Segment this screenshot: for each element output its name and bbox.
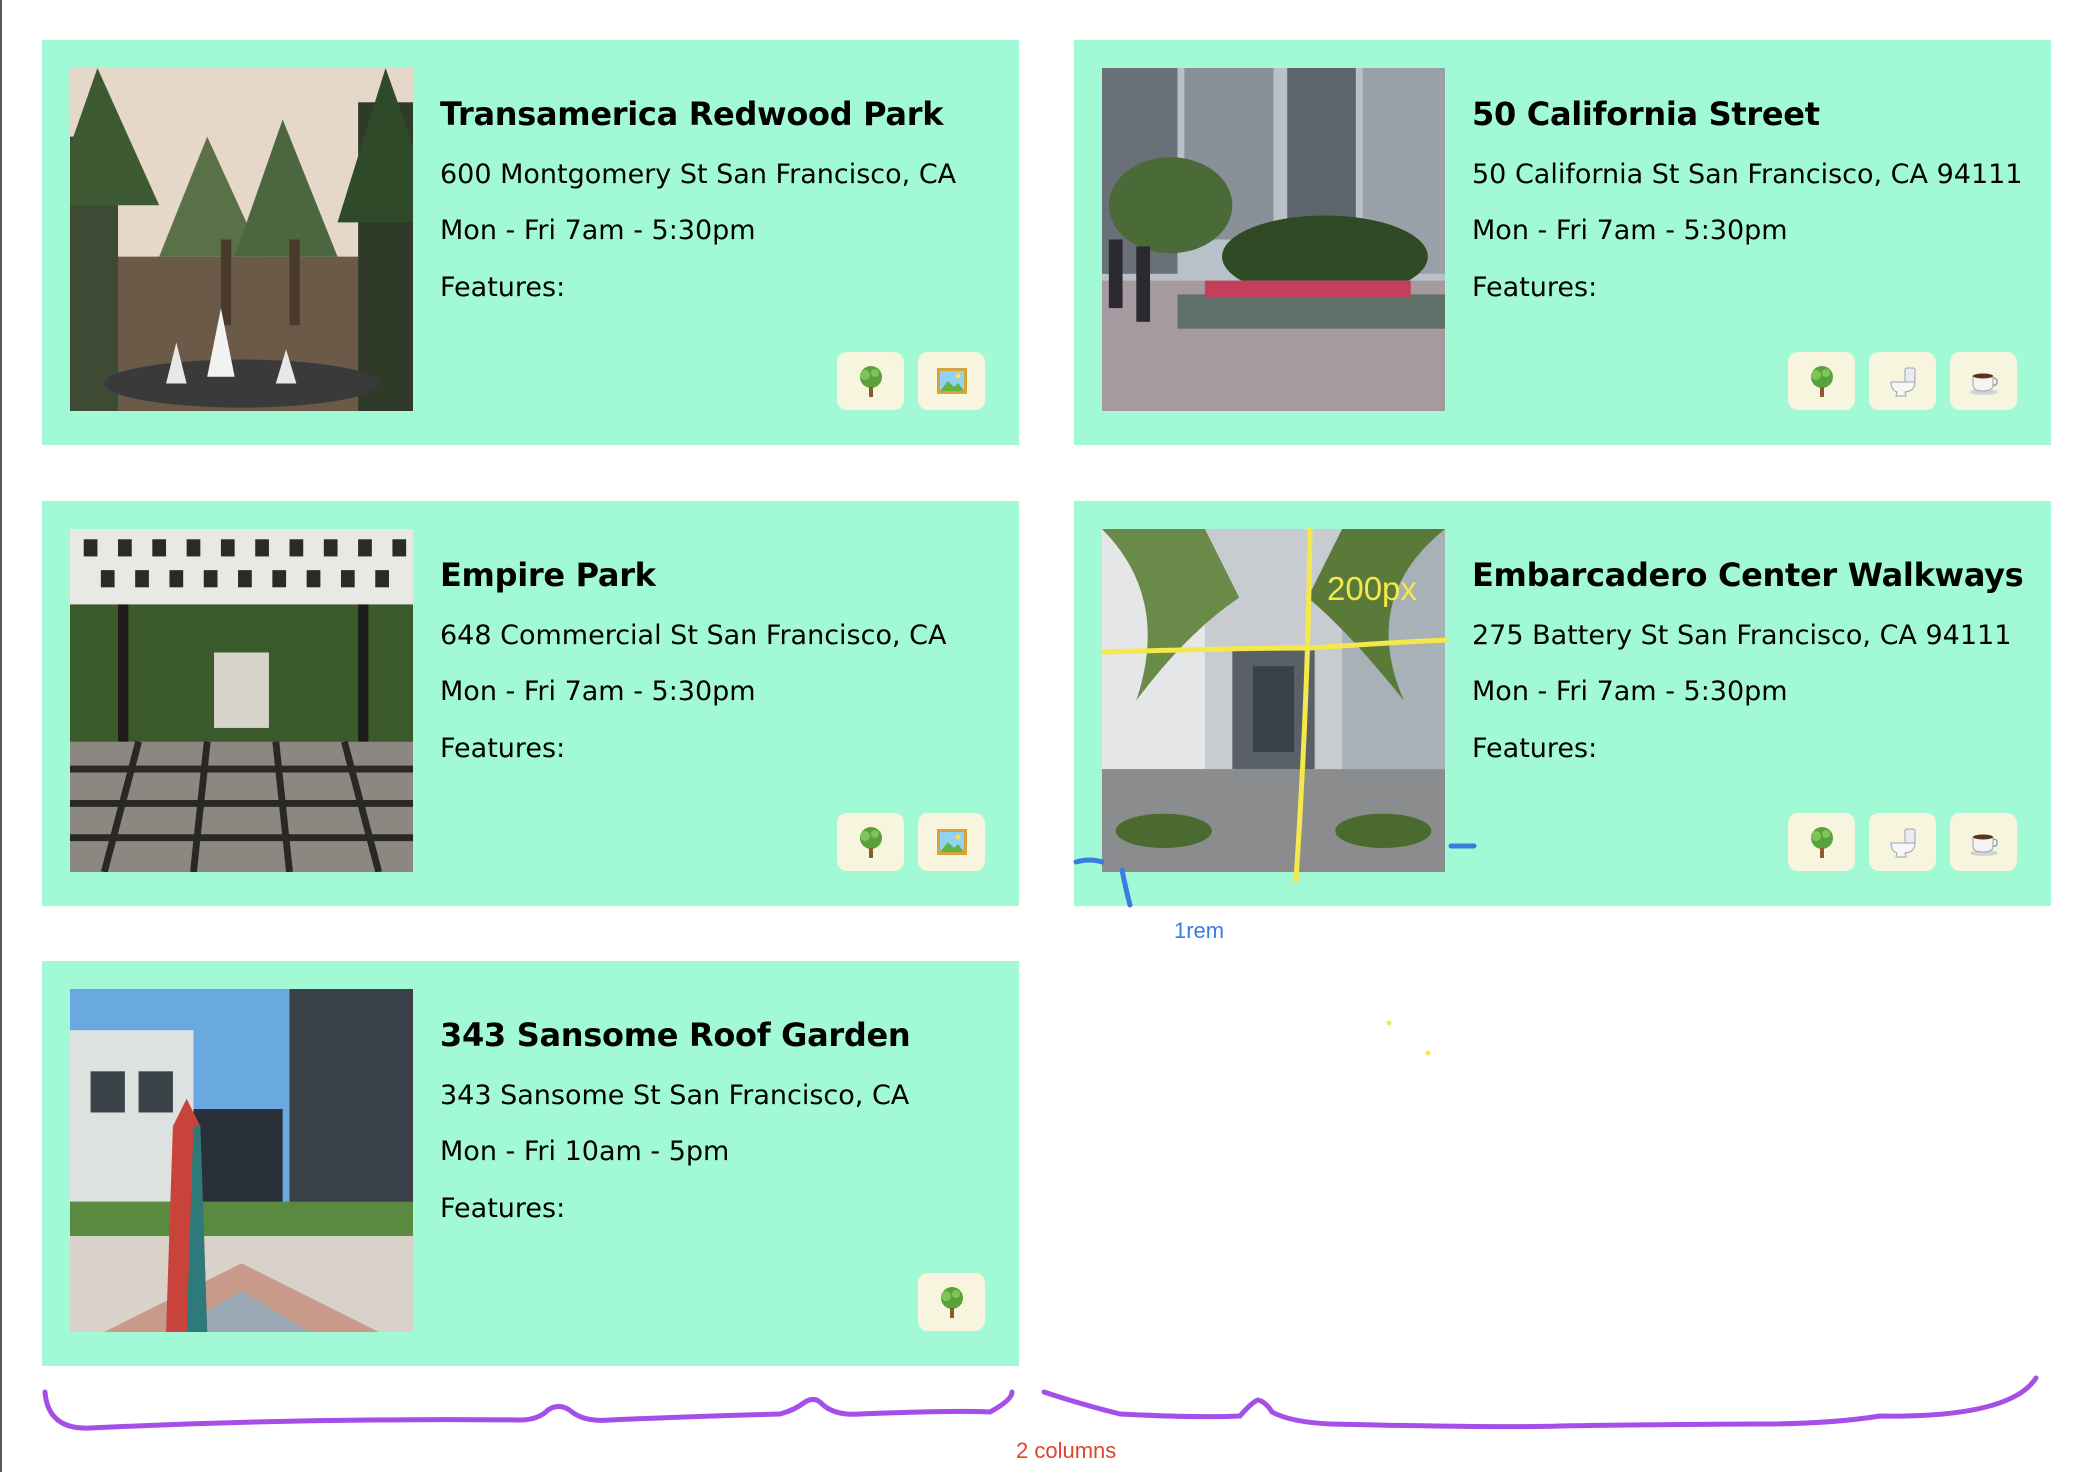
image-size-annotation: 200px	[1327, 570, 1417, 607]
toilet-icon	[1869, 352, 1936, 410]
page-left-border	[0, 0, 2, 1472]
park-name: 50 California Street	[1472, 95, 1820, 133]
park-address: 600 Montgomery St San Francisco, CA	[440, 158, 957, 190]
park-photo	[70, 68, 413, 411]
features-label: Features:	[1472, 732, 1598, 764]
park-photo	[70, 529, 413, 872]
feature-list	[1788, 352, 2017, 410]
park-address: 275 Battery St San Francisco, CA 94111	[1472, 619, 2012, 651]
park-name: 343 Sansome Roof Garden	[440, 1016, 911, 1054]
tree-icon	[1788, 813, 1855, 871]
tree-icon	[1788, 352, 1855, 410]
feature-list	[837, 813, 985, 871]
park-address: 343 Sansome St San Francisco, CA	[440, 1079, 910, 1111]
park-hours: Mon - Fri 7am - 5:30pm	[440, 676, 756, 708]
feature-list	[918, 1273, 985, 1331]
park-name: Transamerica Redwood Park	[440, 95, 944, 133]
framed-picture-icon	[918, 352, 985, 410]
toilet-icon	[1869, 813, 1936, 871]
features-label: Features:	[440, 1192, 566, 1224]
gap-annotation: 1rem	[1174, 918, 1225, 943]
park-card[interactable]: Embarcadero Center Walkways 275 Battery …	[1074, 501, 2051, 906]
coffee-icon	[1950, 352, 2017, 410]
park-hours: Mon - Fri 7am - 5:30pm	[1472, 215, 1788, 247]
features-label: Features:	[1472, 271, 1598, 303]
park-hours: Mon - Fri 10am - 5pm	[440, 1136, 730, 1168]
features-label: Features:	[440, 271, 566, 303]
park-name: Empire Park	[440, 556, 656, 594]
feature-list	[1788, 813, 2017, 871]
park-photo	[70, 989, 413, 1332]
tree-icon	[918, 1273, 985, 1331]
tree-icon	[837, 813, 904, 871]
park-card[interactable]: Empire Park 648 Commercial St San Franci…	[42, 501, 1019, 906]
park-card[interactable]: 343 Sansome Roof Garden 343 Sansome St S…	[42, 961, 1019, 1366]
framed-picture-icon	[918, 813, 985, 871]
park-card[interactable]: Transamerica Redwood Park 600 Montgomery…	[42, 40, 1019, 445]
feature-list	[837, 352, 985, 410]
park-card[interactable]: 50 California Street 50 California St Sa…	[1074, 40, 2051, 445]
park-address: 50 California St San Francisco, CA 94111	[1472, 158, 2023, 190]
park-hours: Mon - Fri 7am - 5:30pm	[1472, 676, 1788, 708]
columns-annotation: 2 columns	[1016, 1438, 1117, 1463]
features-label: Features:	[440, 732, 566, 764]
park-name: Embarcadero Center Walkways	[1472, 556, 2024, 594]
park-hours: Mon - Fri 7am - 5:30pm	[440, 215, 756, 247]
coffee-icon	[1950, 813, 2017, 871]
tree-icon	[837, 352, 904, 410]
park-photo	[1102, 68, 1445, 411]
park-address: 648 Commercial St San Francisco, CA	[440, 619, 947, 651]
